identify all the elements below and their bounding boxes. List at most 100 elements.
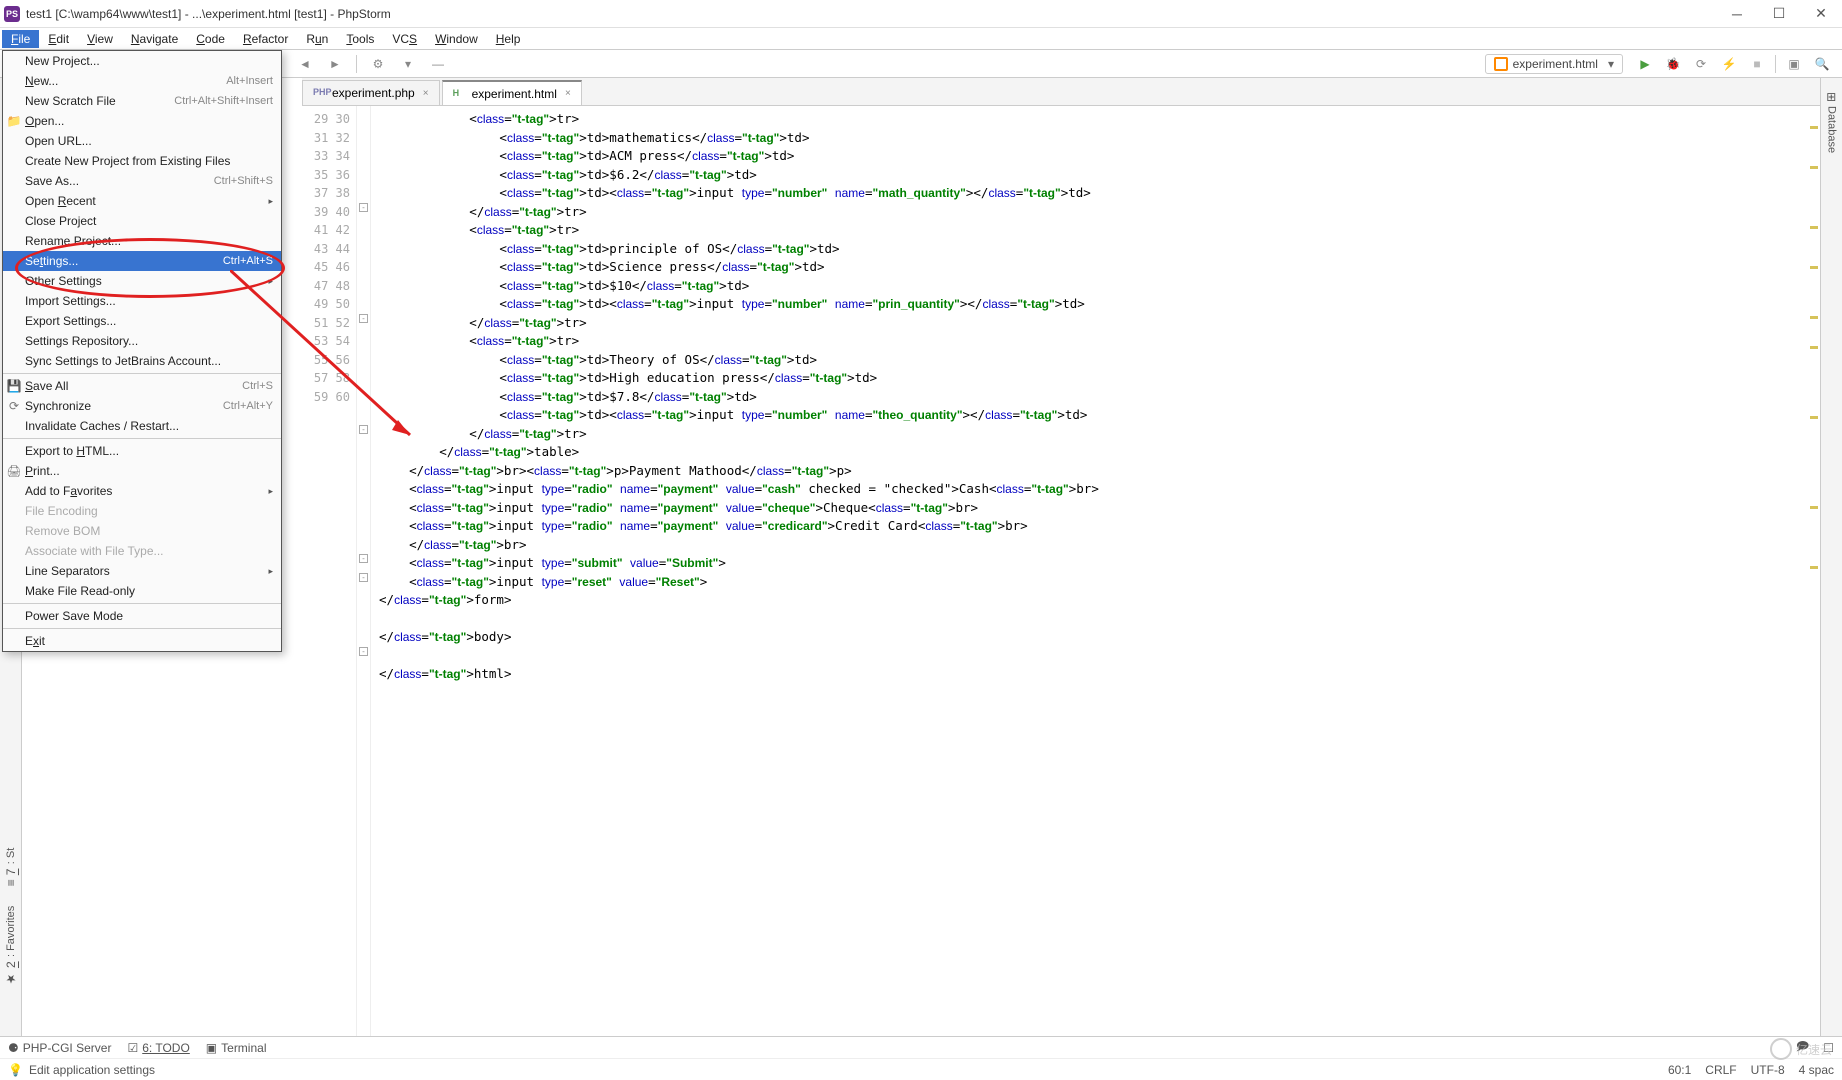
warning-marker[interactable] (1810, 166, 1818, 169)
menu-item-sync-settings-to-jetbrains-account[interactable]: Sync Settings to JetBrains Account... (3, 351, 281, 371)
line-ending[interactable]: CRLF (1705, 1063, 1736, 1077)
left-tab--st[interactable]: ≡ 7: St (2, 838, 20, 896)
menu-item-import-settings[interactable]: Import Settings... (3, 291, 281, 311)
window-title: test1 [C:\wamp64\www\test1] - ...\experi… (26, 7, 1730, 21)
fold-toggle[interactable]: - (359, 203, 368, 212)
editor-area: PHPexperiment.php×Hexperiment.html× 29 3… (302, 78, 1820, 1036)
code-area[interactable]: 29 30 31 32 33 34 35 36 37 38 39 40 41 4… (302, 106, 1820, 1036)
menu-item-save-as[interactable]: Save As...Ctrl+Shift+S (3, 171, 281, 191)
run-button[interactable]: ▶ (1635, 54, 1655, 74)
close-button[interactable]: ✕ (1814, 7, 1828, 21)
menu-window[interactable]: Window (426, 30, 487, 48)
menu-item-close-project[interactable]: Close Project (3, 211, 281, 231)
left-tab--favorites[interactable]: ★ 2: Favorites (2, 896, 20, 996)
close-tab-icon[interactable]: × (423, 88, 429, 99)
run-config-select[interactable]: experiment.html ▾ (1485, 54, 1623, 74)
menu-item-create-new-project-from-existing-files[interactable]: Create New Project from Existing Files (3, 151, 281, 171)
gear-icon[interactable]: ⚙ (367, 53, 389, 75)
event-log-icon[interactable]: 🗩 (1796, 1037, 1809, 1058)
hint-icon: 💡 (8, 1063, 23, 1077)
menu-item-export-to-html[interactable]: Export to HTML... (3, 441, 281, 461)
menu-item-open-url[interactable]: Open URL... (3, 131, 281, 151)
menu-item-settings[interactable]: Settings...Ctrl+Alt+S (3, 251, 281, 271)
html-icon: H (453, 88, 467, 100)
search-button[interactable]: 🔍 (1812, 54, 1832, 74)
indent[interactable]: 4 spac (1799, 1063, 1834, 1077)
structure-button[interactable]: ▣ (1784, 54, 1804, 74)
right-tab-database[interactable]: ⊞ Database (1823, 82, 1841, 163)
fold-toggle[interactable]: - (359, 425, 368, 434)
warning-marker[interactable] (1810, 126, 1818, 129)
menu-item-open[interactable]: 📁Open... (3, 111, 281, 131)
menu-item-export-settings[interactable]: Export Settings... (3, 311, 281, 331)
warning-marker[interactable] (1810, 346, 1818, 349)
warning-marker[interactable] (1810, 226, 1818, 229)
menu-item-make-file-read-only[interactable]: Make File Read-only (3, 581, 281, 601)
back-icon[interactable]: ◄ (294, 53, 316, 75)
menu-item-rename-project[interactable]: Rename Project... (3, 231, 281, 251)
menu-tools[interactable]: Tools (337, 30, 383, 48)
bottom-toolbar: ⚈PHP-CGI Server ☑6: TODO ▣Terminal 🗩 ☐ (0, 1036, 1842, 1058)
toggle-panel-icon[interactable]: ☐ (1823, 1041, 1834, 1055)
todo-tab[interactable]: ☑6: TODO (127, 1041, 189, 1055)
maximize-button[interactable]: ☐ (1772, 7, 1786, 21)
menu-item-save-all[interactable]: 💾Save AllCtrl+S (3, 376, 281, 396)
menu-code[interactable]: Code (187, 30, 234, 48)
menu-run[interactable]: Run (297, 30, 337, 48)
fold-toggle[interactable]: - (359, 647, 368, 656)
menu-refactor[interactable]: Refactor (234, 30, 297, 48)
source-code[interactable]: <class="t-tag">tr> <class="t-tag">td>mat… (371, 106, 1808, 1036)
sync-icon: ⟳ (7, 399, 21, 413)
chevron-down-icon[interactable]: ▾ (397, 53, 419, 75)
database-icon: ⊞ (1825, 92, 1839, 102)
menu-item-new[interactable]: New...Alt+Insert (3, 71, 281, 91)
profile-button[interactable]: ⚡ (1719, 54, 1739, 74)
minus-icon[interactable]: — (427, 53, 449, 75)
menu-vcs[interactable]: VCS (383, 30, 426, 48)
menu-item-other-settings[interactable]: Other Settings▸ (3, 271, 281, 291)
close-tab-icon[interactable]: × (565, 88, 571, 99)
stop-button[interactable]: ■ (1747, 54, 1767, 74)
menu-item-synchronize[interactable]: ⟳SynchronizeCtrl+Alt+Y (3, 396, 281, 416)
encoding[interactable]: UTF-8 (1751, 1063, 1785, 1077)
debug-button[interactable]: 🐞 (1663, 54, 1683, 74)
tab-icon: ≡ (4, 879, 18, 886)
menu-item-file-encoding: File Encoding (3, 501, 281, 521)
warning-marker[interactable] (1810, 316, 1818, 319)
menu-item-new-scratch-file[interactable]: New Scratch FileCtrl+Alt+Shift+Insert (3, 91, 281, 111)
menu-item-new-project[interactable]: New Project... (3, 51, 281, 71)
menu-item-open-recent[interactable]: Open Recent▸ (3, 191, 281, 211)
menu-item-exit[interactable]: Exit (3, 631, 281, 651)
menu-item-print[interactable]: 🖨Print... (3, 461, 281, 481)
warning-marker[interactable] (1810, 506, 1818, 509)
menu-item-line-separators[interactable]: Line Separators▸ (3, 561, 281, 581)
tab-experiment-html[interactable]: Hexperiment.html× (442, 80, 582, 105)
menu-view[interactable]: View (78, 30, 122, 48)
marker-strip (1808, 106, 1820, 1036)
forward-icon[interactable]: ► (324, 53, 346, 75)
php-icon: PHP (313, 87, 327, 99)
line-gutter: 29 30 31 32 33 34 35 36 37 38 39 40 41 4… (302, 106, 357, 1036)
coverage-button[interactable]: ⟳ (1691, 54, 1711, 74)
tab-experiment-php[interactable]: PHPexperiment.php× (302, 80, 440, 105)
minimize-button[interactable]: ─ (1730, 7, 1744, 21)
fold-toggle[interactable]: - (359, 554, 368, 563)
fold-toggle[interactable]: - (359, 573, 368, 582)
menu-file[interactable]: File (2, 30, 39, 48)
warning-marker[interactable] (1810, 416, 1818, 419)
fold-toggle[interactable]: - (359, 314, 368, 323)
menu-edit[interactable]: Edit (39, 30, 78, 48)
warning-marker[interactable] (1810, 566, 1818, 569)
php-cgi-server-tab[interactable]: ⚈PHP-CGI Server (8, 1041, 111, 1055)
file-menu: New Project...New...Alt+InsertNew Scratc… (2, 50, 282, 652)
menu-item-add-to-favorites[interactable]: Add to Favorites▸ (3, 481, 281, 501)
warning-marker[interactable] (1810, 266, 1818, 269)
app-icon: PS (4, 6, 20, 22)
menu-item-power-save-mode[interactable]: Power Save Mode (3, 606, 281, 626)
menu-help[interactable]: Help (487, 30, 530, 48)
terminal-tab[interactable]: ▣Terminal (206, 1041, 267, 1055)
cursor-position: 60:1 (1668, 1063, 1691, 1077)
menu-item-invalidate-caches-restart[interactable]: Invalidate Caches / Restart... (3, 416, 281, 436)
menu-navigate[interactable]: Navigate (122, 30, 187, 48)
menu-item-settings-repository[interactable]: Settings Repository... (3, 331, 281, 351)
